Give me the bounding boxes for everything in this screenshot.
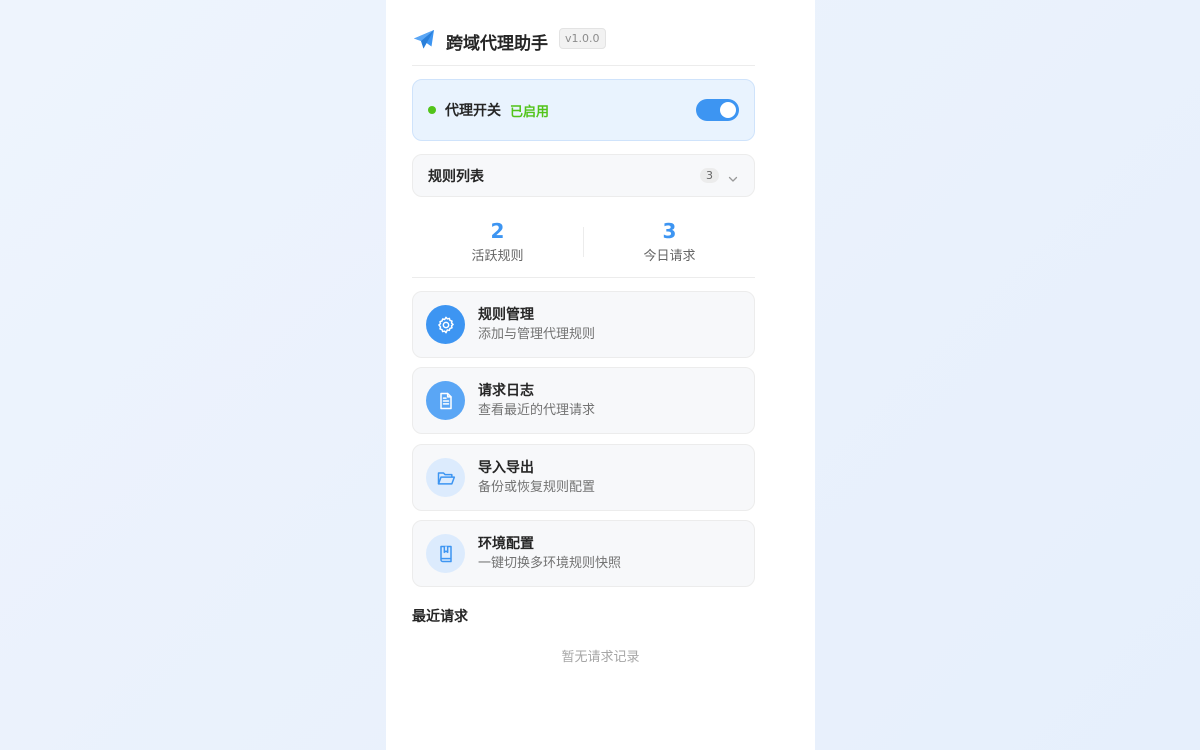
- status-dot: [428, 106, 436, 114]
- menu-desc: 备份或恢复规则配置: [478, 480, 596, 495]
- rules-count-badge: 3: [700, 168, 719, 183]
- popup-panel: 跨域代理助手 v1.0.0 代理开关 已启用 规则列表 3 2 活跃规则 3 今…: [386, 0, 815, 750]
- empty-state-text: 暂无请求记录: [561, 650, 640, 665]
- menu-request-log[interactable]: 请求日志 查看最近的代理请求: [412, 367, 755, 434]
- stat-active-rules: 2 活跃规则: [412, 209, 583, 277]
- book-icon: [426, 534, 465, 573]
- menu-title: 导入导出: [478, 460, 534, 476]
- menu-desc: 添加与管理代理规则: [478, 327, 596, 342]
- menu-import-export[interactable]: 导入导出 备份或恢复规则配置: [412, 444, 755, 511]
- document-icon: [426, 381, 465, 420]
- rules-list-dropdown[interactable]: 规则列表 3: [412, 154, 755, 197]
- menu-title: 规则管理: [478, 307, 534, 323]
- toggle-knob: [720, 102, 736, 118]
- proxy-switch-label: 代理开关: [445, 103, 501, 119]
- stat-value: 3: [662, 219, 677, 243]
- menu-environment-config[interactable]: 环境配置 一键切换多环境规则快照: [412, 520, 755, 587]
- proxy-toggle[interactable]: [696, 99, 739, 121]
- menu-title: 环境配置: [478, 536, 534, 552]
- header: 跨域代理助手 v1.0.0: [412, 20, 755, 66]
- app-title: 跨域代理助手: [446, 34, 548, 54]
- gear-icon: [426, 305, 465, 344]
- version-badge: v1.0.0: [559, 28, 606, 49]
- rules-list-title: 规则列表: [428, 168, 484, 185]
- folder-open-icon: [426, 458, 465, 497]
- stats-row: 2 活跃规则 3 今日请求: [412, 209, 755, 278]
- menu-rule-management[interactable]: 规则管理 添加与管理代理规则: [412, 291, 755, 358]
- stat-today-requests: 3 今日请求: [584, 209, 755, 277]
- recent-requests-title: 最近请求: [412, 609, 468, 625]
- paper-plane-icon: [412, 28, 436, 52]
- proxy-status-text: 已启用: [510, 104, 550, 120]
- stat-label: 活跃规则: [471, 249, 524, 264]
- proxy-switch-card: 代理开关 已启用: [412, 79, 755, 141]
- menu-desc: 一键切换多环境规则快照: [478, 556, 622, 571]
- menu-title: 请求日志: [478, 383, 534, 399]
- stat-label: 今日请求: [643, 249, 696, 264]
- menu-desc: 查看最近的代理请求: [478, 403, 596, 418]
- chevron-down-icon: [727, 170, 739, 182]
- stat-value: 2: [490, 219, 505, 243]
